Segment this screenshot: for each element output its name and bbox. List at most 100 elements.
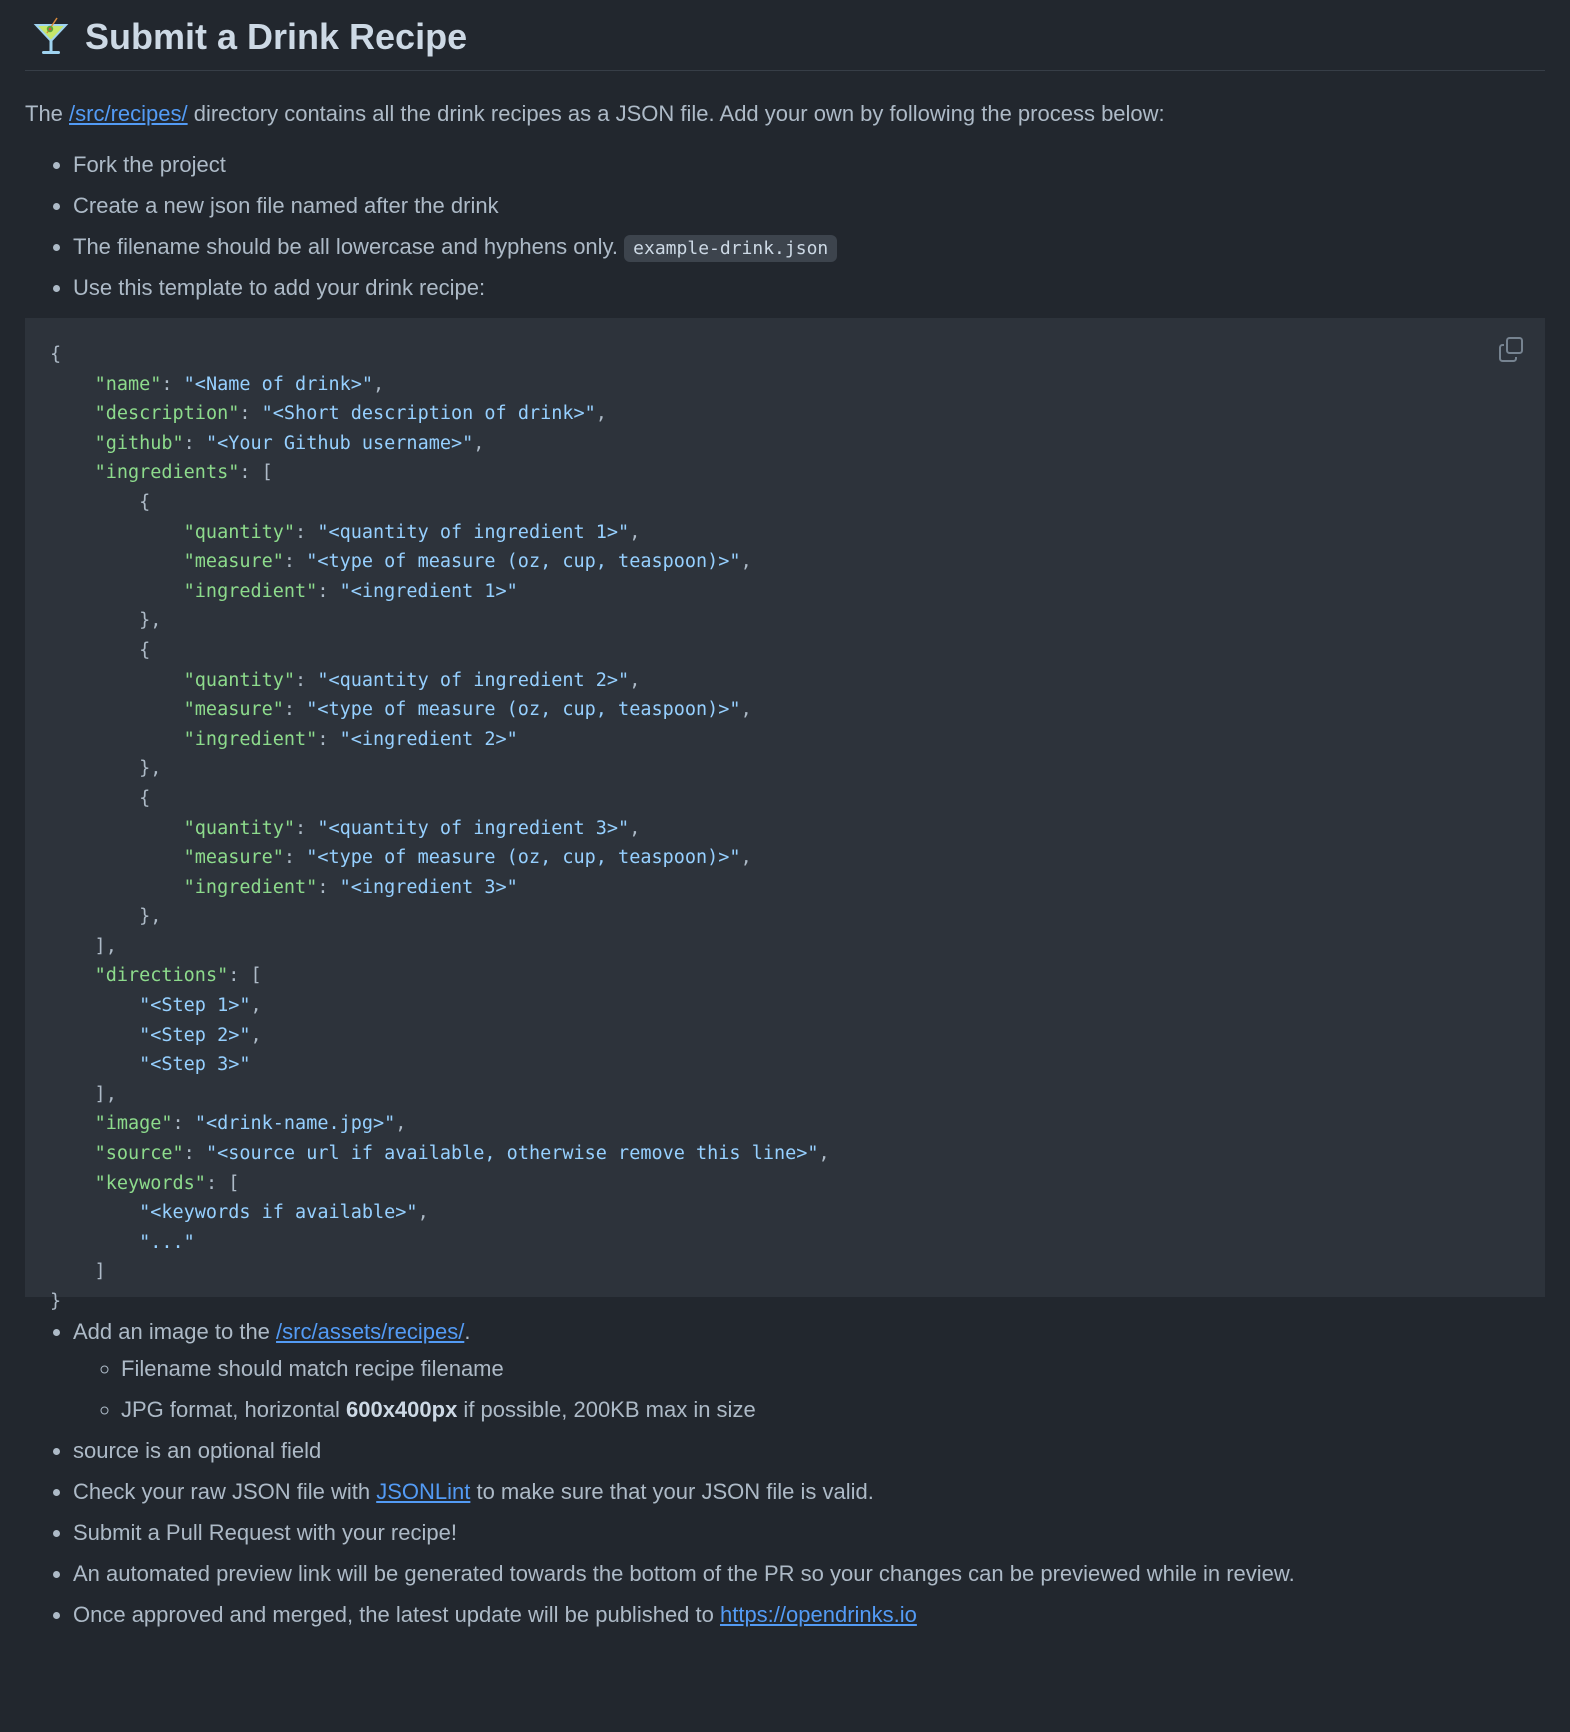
json-punctuation: : [ — [205, 1172, 240, 1194]
code-line: "..." — [50, 1228, 1520, 1258]
steps-list-bottom: Add an image to the /src/assets/recipes/… — [25, 1315, 1545, 1631]
json-punctuation — [50, 462, 95, 483]
json-punctuation — [50, 1025, 139, 1046]
json-template-codeblock: { "name": "<Name of drink>", "descriptio… — [25, 318, 1545, 1312]
code-line: "<Step 3>" — [50, 1050, 1520, 1080]
preview-link-text: An automated preview link will be genera… — [73, 1561, 1295, 1586]
json-string: "<Step 1>" — [139, 995, 251, 1017]
json-punctuation: , — [740, 847, 752, 869]
add-image-text-after: . — [464, 1319, 471, 1344]
code-line: "measure": "<type of measure (oz, cup, t… — [50, 843, 1520, 873]
code-line: "ingredients": [ — [50, 458, 1520, 488]
json-punctuation — [50, 818, 184, 839]
list-item: Submit a Pull Request with your recipe! — [73, 1516, 1545, 1549]
json-string: "<Your Github username>" — [205, 432, 474, 454]
list-item: Add an image to the /src/assets/recipes/… — [73, 1315, 1545, 1426]
code-line: "directions": [ — [50, 961, 1520, 991]
code-line: "quantity": "<quantity of ingredient 2>"… — [50, 666, 1520, 696]
json-punctuation: : — [183, 1143, 206, 1165]
add-image-text: Add an image to the — [73, 1319, 277, 1344]
code-line: { — [50, 784, 1520, 814]
json-punctuation: , — [250, 995, 262, 1017]
code-line: { — [50, 340, 1520, 370]
json-punctuation: }, — [50, 906, 162, 928]
json-punctuation — [50, 965, 95, 986]
json-punctuation: : — [317, 728, 340, 750]
json-string: "<type of measure (oz, cup, teaspoon)>" — [306, 699, 741, 721]
code-line: "source": "<source url if available, oth… — [50, 1139, 1520, 1169]
list-item: Fork the project — [73, 148, 1545, 181]
opendrinks-link[interactable]: https://opendrinks.io — [720, 1602, 917, 1627]
json-punctuation: , — [250, 1024, 262, 1046]
json-punctuation: { — [50, 639, 151, 661]
copy-icon[interactable] — [1497, 336, 1525, 364]
json-punctuation: : — [295, 669, 318, 691]
json-punctuation: , — [629, 521, 641, 543]
json-key: "description" — [94, 403, 240, 425]
json-punctuation: : — [317, 876, 340, 898]
json-punctuation: ], — [50, 1083, 117, 1105]
json-punctuation: , — [629, 669, 641, 691]
code-line: "github": "<Your Github username>", — [50, 429, 1520, 459]
code-line: } — [50, 1287, 1520, 1317]
json-key: "ingredient" — [183, 580, 318, 602]
image-dimensions: 600x400px — [345, 1397, 458, 1422]
code-line: { — [50, 488, 1520, 518]
json-key: "ingredient" — [183, 728, 318, 750]
json-punctuation: : — [283, 847, 307, 869]
json-punctuation: }, — [50, 610, 162, 632]
readme-section: Submit a Drink Recipe The /src/recipes/ … — [0, 0, 1570, 1631]
json-key: "ingredient" — [183, 876, 318, 898]
code-line: ] — [50, 1257, 1520, 1287]
json-punctuation: : — [183, 432, 206, 454]
json-punctuation: , — [473, 432, 485, 454]
check-json-text-after: to make sure that your JSON file is vali… — [470, 1479, 874, 1504]
json-punctuation — [50, 877, 184, 898]
json-punctuation: : — [295, 521, 318, 543]
submit-pr-text: Submit a Pull Request with your recipe! — [73, 1520, 457, 1545]
json-punctuation — [50, 699, 184, 720]
code-line: "quantity": "<quantity of ingredient 3>"… — [50, 814, 1520, 844]
json-punctuation — [50, 522, 184, 543]
code-line: }, — [50, 606, 1520, 636]
code-line: "name": "<Name of drink>", — [50, 370, 1520, 400]
json-punctuation: }, — [50, 758, 162, 780]
code-line: "description": "<Short description of dr… — [50, 399, 1520, 429]
step-use-template: Use this template to add your drink reci… — [73, 275, 486, 300]
json-punctuation: , — [740, 699, 752, 721]
json-template-code: { "name": "<Name of drink>", "descriptio… — [50, 340, 1520, 1317]
json-punctuation — [50, 433, 95, 454]
json-punctuation: , — [373, 373, 385, 395]
json-punctuation: : — [283, 551, 307, 573]
section-title: Submit a Drink Recipe — [85, 16, 468, 57]
code-line: "ingredient": "<ingredient 2>" — [50, 725, 1520, 755]
code-line: "measure": "<type of measure (oz, cup, t… — [50, 547, 1520, 577]
json-string: "<source url if available, otherwise rem… — [205, 1143, 819, 1165]
json-punctuation — [50, 1202, 139, 1223]
json-punctuation — [50, 1054, 139, 1075]
jsonlint-link[interactable]: JSONLint — [376, 1479, 470, 1504]
check-json-text: Check your raw JSON file with — [73, 1479, 377, 1504]
list-item: An automated preview link will be genera… — [73, 1557, 1545, 1590]
json-key: "measure" — [183, 551, 284, 573]
code-line: "measure": "<type of measure (oz, cup, t… — [50, 695, 1520, 725]
json-punctuation: : [ — [228, 965, 262, 987]
json-string: "<Short description of drink>" — [261, 403, 596, 425]
json-punctuation: : — [295, 817, 318, 839]
image-requirements-list: Filename should match recipe filename JP… — [73, 1352, 1545, 1426]
assets-recipes-link[interactable]: /src/assets/recipes/ — [276, 1319, 464, 1344]
jpg-format-text: JPG format, horizontal — [121, 1397, 346, 1422]
json-punctuation: , — [740, 551, 752, 573]
step-create-file: Create a new json file named after the d… — [73, 193, 499, 218]
json-punctuation — [50, 995, 139, 1016]
recipes-dir-link[interactable]: /src/recipes/ — [69, 101, 188, 126]
json-punctuation: , — [629, 817, 641, 839]
json-string: "<type of measure (oz, cup, teaspoon)>" — [306, 847, 741, 869]
code-line: "quantity": "<quantity of ingredient 1>"… — [50, 518, 1520, 548]
json-key: "quantity" — [183, 669, 296, 691]
step-fork: Fork the project — [73, 152, 226, 177]
json-string: "<type of measure (oz, cup, teaspoon)>" — [306, 551, 741, 573]
list-item: Create a new json file named after the d… — [73, 189, 1545, 222]
list-item: The filename should be all lowercase and… — [73, 230, 1545, 263]
code-line: "ingredient": "<ingredient 3>" — [50, 873, 1520, 903]
